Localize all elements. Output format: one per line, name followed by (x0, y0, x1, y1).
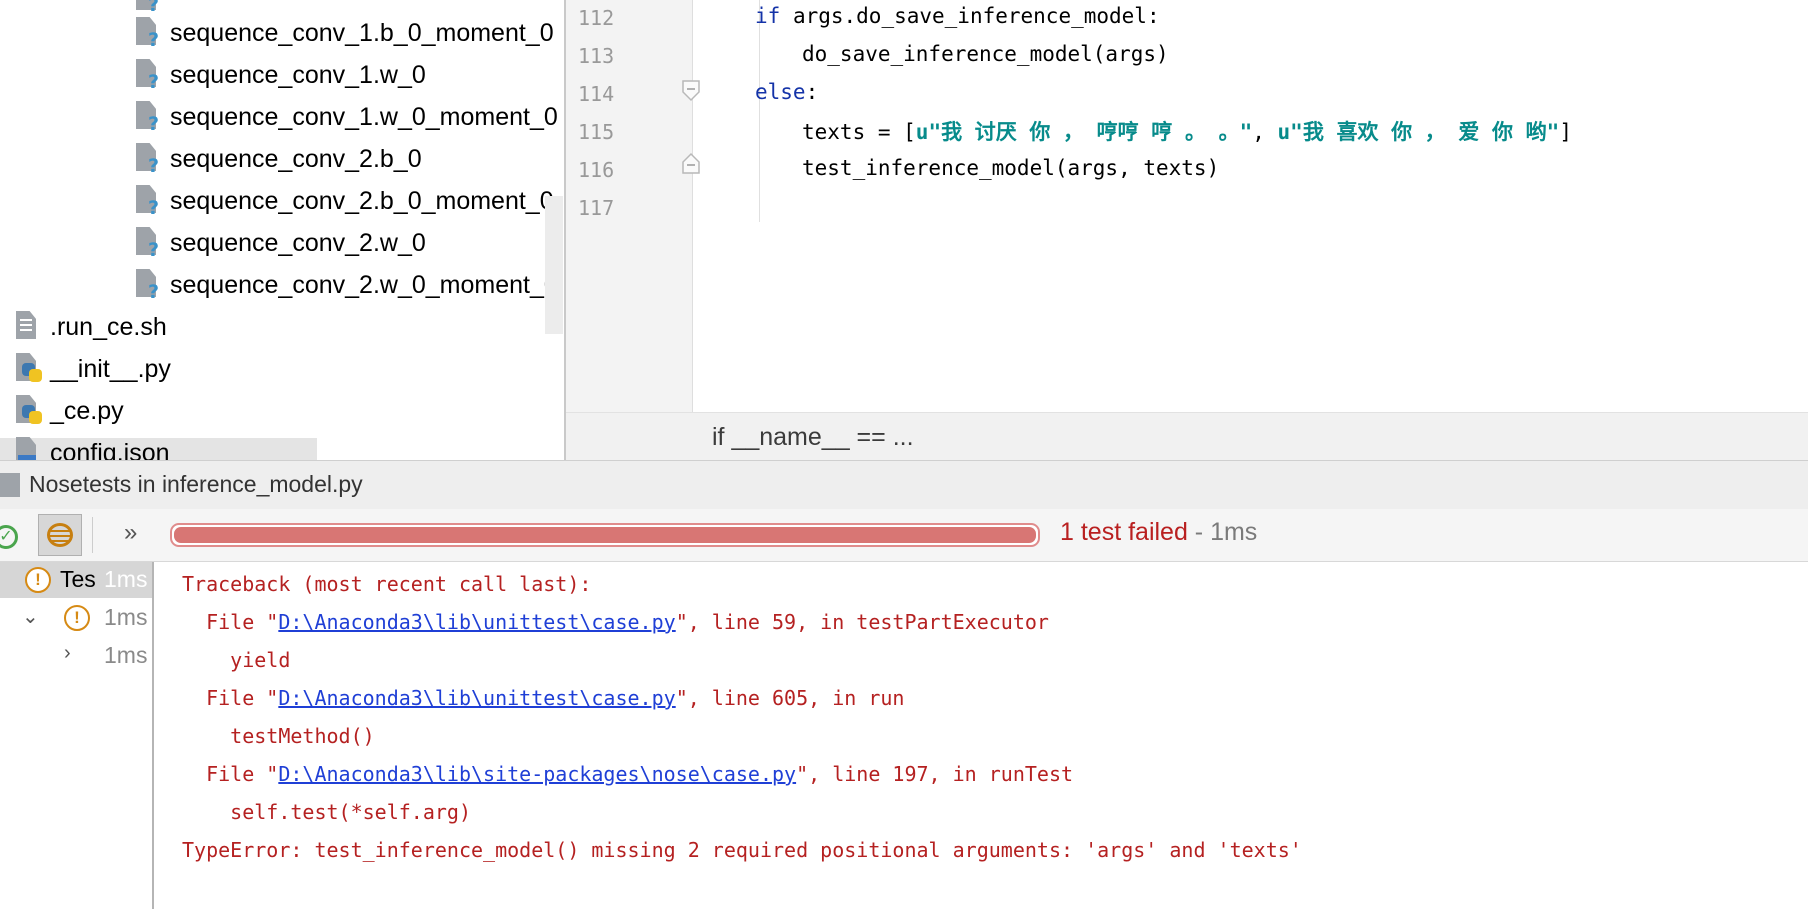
line-number: 114 (578, 82, 615, 106)
tree-item-label: sequence_conv_1.b_0_moment_0 (170, 18, 554, 47)
toolbar-separator (92, 517, 93, 553)
tree-item-file[interactable]: ? sequence_conv_2.w_0_moment_0 (134, 265, 558, 305)
test-suite-row[interactable]: ⌄ ! 1ms (0, 600, 152, 636)
warning-icon: ! (25, 567, 51, 593)
tree-item-file[interactable]: ? sequence_conv_2.b_0_moment_0 (134, 181, 554, 221)
console-line: self.test(*self.arg) (182, 800, 471, 824)
unknown-file-icon: ? (134, 269, 164, 303)
unknown-file-icon: ? (134, 17, 164, 51)
unknown-file-icon: ? (134, 227, 164, 261)
test-results-tree: ! Tes 1ms ⌄ ! 1ms › 1ms (0, 562, 152, 909)
file-link[interactable]: D:\Anaconda3\lib\site-packages\nose\case… (278, 762, 796, 786)
console-line: testMethod() (182, 724, 375, 748)
test-console-output[interactable]: Traceback (most recent call last): File … (156, 562, 1808, 909)
project-tree: ? ? sequence_conv_1.b_0_moment_0 ? seque… (0, 0, 564, 460)
tree-item-label: sequence_conv_1.w_0 (170, 60, 426, 89)
python-file-icon (14, 353, 44, 385)
code-editor[interactable]: 112 113 114 115 116 117 if args.do_save_… (566, 0, 1808, 412)
test-root-row[interactable]: ! Tes 1ms (0, 562, 152, 598)
tree-item-label: sequence_conv_2.w_0_moment_0 (170, 270, 558, 299)
tree-item-file[interactable]: ? sequence_conv_2.w_0 (134, 223, 426, 263)
editor-breadcrumb[interactable]: if __name__ == ... (566, 412, 1808, 461)
unknown-file-icon: ? (134, 185, 164, 219)
tree-item-file[interactable]: ? sequence_conv_1.w_0_moment_0 (134, 97, 558, 137)
indent-guide (759, 116, 760, 222)
chevron-down-icon[interactable]: ⌄ (22, 604, 39, 629)
tree-item-file[interactable]: .run_ce.sh (14, 307, 167, 347)
console-line: File "D:\Anaconda3\lib\unittest\case.py"… (182, 610, 1049, 634)
tree-item-file[interactable]: ? sequence_conv_1.b_0_moment_0 (134, 13, 554, 53)
unknown-file-icon: ? (134, 143, 164, 177)
tree-item-file[interactable]: _ce.py (14, 391, 124, 431)
show-passed-icon[interactable]: ✓ (0, 525, 18, 549)
text-file-icon (14, 311, 44, 343)
code-line: if args.do_save_inference_model: (755, 4, 1160, 28)
json-file-icon (14, 437, 44, 460)
tree-scrollbar[interactable] (545, 196, 563, 334)
console-error-line: TypeError: test_inference_model() missin… (182, 838, 1302, 862)
tree-item-label: .run_ce.sh (50, 312, 167, 341)
code-line: texts = [u"我 讨厌 你 ， 哼哼 哼 。 。", u"我 喜欢 你 … (802, 120, 1572, 144)
line-number: 112 (578, 6, 615, 30)
tree-item-file[interactable]: ? sequence_conv_2.b_0 (134, 139, 422, 179)
console-line: File "D:\Anaconda3\lib\unittest\case.py"… (182, 686, 905, 710)
console-line: Traceback (most recent call last): (182, 572, 592, 596)
fold-start-icon[interactable] (682, 152, 700, 174)
python-file-icon (14, 395, 44, 427)
test-status: 1 test failed - 1ms (1060, 518, 1258, 546)
line-number: 113 (578, 44, 615, 68)
line-number: 116 (578, 158, 615, 182)
unknown-file-icon: ? (134, 0, 164, 16)
tree-item-file[interactable]: ? sequence_conv_1.w_0 (134, 55, 426, 95)
tree-item-label: sequence_conv_1.w_0_moment_0 (170, 102, 558, 131)
panel-divider[interactable] (152, 562, 154, 909)
unknown-file-icon: ? (134, 59, 164, 93)
line-number: 117 (578, 196, 615, 220)
test-progress-bar (170, 523, 1040, 547)
unknown-file-icon: ? (134, 101, 164, 135)
editor-gutter: 112 113 114 115 116 117 (566, 0, 692, 412)
tree-item-label: __init__.py (50, 354, 171, 383)
tree-item-file[interactable]: __init__.py (14, 349, 171, 389)
warning-icon: ! (64, 605, 90, 631)
tree-item-label: sequence_conv_2.w_0 (170, 228, 426, 257)
tree-item-label: sequence_conv_2.b_0 (170, 144, 422, 173)
console-line: yield (182, 648, 291, 672)
more-actions-button[interactable]: » (124, 519, 137, 547)
tree-item-label: _ce.py (50, 396, 124, 425)
code-line: test_inference_model(args, texts) (802, 156, 1220, 180)
run-config-icon (0, 473, 20, 497)
show-ignored-button[interactable] (38, 514, 82, 556)
tree-item-label: sequence_conv_2.b_0_moment_0 (170, 186, 554, 215)
tree-item-label: config.json (50, 438, 170, 461)
code-line: do_save_inference_model(args) (802, 42, 1169, 66)
console-line: File "D:\Anaconda3\lib\site-packages\nos… (182, 762, 1074, 786)
file-link[interactable]: D:\Anaconda3\lib\unittest\case.py (278, 610, 675, 634)
file-link[interactable]: D:\Anaconda3\lib\unittest\case.py (278, 686, 675, 710)
run-window-title[interactable]: Nosetests in inference_model.py (29, 471, 363, 498)
test-case-row[interactable]: › 1ms (0, 638, 152, 674)
run-toolbar: ✓ » 1 test failed - 1ms (0, 509, 1808, 562)
progress-fill (174, 527, 1036, 543)
run-window-header: Nosetests in inference_model.py (0, 460, 1808, 510)
line-number: 115 (578, 120, 615, 144)
code-line: else: (755, 80, 819, 104)
tree-item-file[interactable]: config.json (14, 433, 170, 460)
breadcrumb-text[interactable]: if __name__ == ... (712, 423, 914, 452)
chevron-right-icon[interactable]: › (64, 642, 71, 665)
gutter-separator (692, 0, 693, 412)
fold-end-icon[interactable] (682, 80, 700, 102)
